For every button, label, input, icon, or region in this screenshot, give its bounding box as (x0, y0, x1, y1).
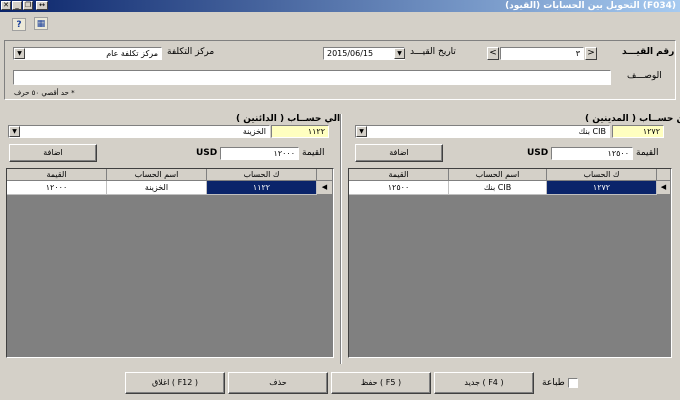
date-dropdown-icon[interactable]: ▼ (394, 48, 405, 59)
from-account-code[interactable]: ١٢٧٢ (612, 125, 664, 138)
cost-center-value: مركز تكلفة عام (106, 49, 158, 58)
from-account-name: بنك CIB (578, 127, 606, 136)
from-account-select[interactable]: بنك CIB (355, 125, 610, 138)
from-amount-label: القيمة (636, 148, 659, 158)
to-amount-label: القيمة (302, 148, 325, 158)
max-chars-note: * حد أقصي ٥٠ حرف (14, 89, 75, 97)
from-col-name[interactable]: اسم الحساب (449, 169, 547, 181)
to-amount-input[interactable]: ١٢٠٠٠ (220, 147, 299, 160)
from-amount-input[interactable]: ١٢٥٠٠ (551, 147, 633, 160)
title-bar: ✕ _ ❐ ↔ (F034) التحويل بين الحسابات (الق… (0, 0, 680, 12)
entry-prev-button[interactable]: < (487, 47, 499, 60)
print-label: طباعة (542, 378, 565, 388)
to-col-name[interactable]: اسم الحساب (107, 169, 207, 181)
to-section-label: الي حســاب ( الدائنين ) (236, 114, 341, 124)
to-account-code[interactable]: ١١٢٢ (271, 125, 329, 138)
help-icon[interactable]: ? (12, 18, 26, 31)
entry-next-button[interactable]: > (585, 47, 597, 60)
restore-window-icon[interactable]: ❐ (23, 1, 33, 10)
entry-date-label: تاريخ القيـــد (410, 47, 456, 57)
resize-arrows-icon[interactable]: ↔ (36, 1, 48, 10)
cost-center-select[interactable]: مركز تكلفة عام (13, 47, 162, 60)
to-col-indicator (317, 169, 333, 181)
cost-center-dropdown-icon[interactable]: ▼ (14, 48, 25, 59)
description-input[interactable] (13, 70, 611, 85)
window-title: (F034) التحويل بين الحسابات (القيود) (505, 1, 676, 11)
to-add-button[interactable]: اضافة (9, 144, 97, 162)
from-section-label: من حســاب ( المدينين ) (585, 114, 680, 124)
entry-no-label: رقم القيـــد (622, 47, 675, 57)
table-row-cell[interactable]: بنك CIB (449, 181, 547, 195)
from-add-button[interactable]: اضافة (355, 144, 443, 162)
table-row-cell-selected[interactable]: ١٢٧٢ (547, 181, 657, 195)
from-col-amount[interactable]: القيمة (349, 169, 449, 181)
save-button[interactable]: حفظ ( F5 ) (331, 372, 431, 394)
from-col-indicator (657, 169, 671, 181)
cost-center-label: مركز التكلفة (167, 47, 215, 57)
close-button[interactable]: اغلاق ( F12 ) (125, 372, 225, 394)
table-row-cell[interactable]: ١٢٠٠٠ (7, 181, 107, 195)
to-col-code[interactable]: ك الحساب (207, 169, 317, 181)
print-checkbox[interactable] (568, 378, 578, 388)
to-table: القيمة اسم الحساب ك الحساب ١٢٠٠٠ الخزينة… (6, 168, 334, 358)
table-row-cell-selected[interactable]: ١١٢٢ (207, 181, 317, 195)
to-account-name: الخزينة (242, 127, 266, 136)
entry-date-field[interactable]: 2015/06/15 (323, 47, 405, 60)
to-currency: USD (196, 148, 218, 158)
clapperboard-icon[interactable]: ▦ (34, 17, 48, 30)
table-row-cell[interactable]: ١٢٥٠٠ (349, 181, 449, 195)
to-col-amount[interactable]: القيمة (7, 169, 107, 181)
row-pointer-icon: ◀ (317, 181, 333, 195)
table-row-cell[interactable]: الخزينة (107, 181, 207, 195)
delete-button[interactable]: حذف (228, 372, 328, 394)
from-table: القيمة اسم الحساب ك الحساب ١٢٥٠٠ بنك CIB… (348, 168, 672, 358)
from-account-dropdown-icon[interactable]: ▼ (356, 126, 367, 137)
close-window-icon[interactable]: ✕ (1, 1, 11, 10)
entry-date-value: 2015/06/15 (327, 49, 374, 58)
to-account-select[interactable]: الخزينة (8, 125, 270, 138)
vertical-divider (340, 114, 342, 364)
to-account-dropdown-icon[interactable]: ▼ (9, 126, 20, 137)
from-col-code[interactable]: ك الحساب (547, 169, 657, 181)
minimize-window-icon[interactable]: _ (12, 1, 22, 10)
entry-no-field[interactable]: ٣ (500, 47, 584, 60)
from-currency: USD (527, 148, 549, 158)
row-pointer-icon: ◀ (657, 181, 671, 195)
new-button[interactable]: جديد ( F4 ) (434, 372, 534, 394)
description-label: الوصـــف (627, 71, 662, 81)
